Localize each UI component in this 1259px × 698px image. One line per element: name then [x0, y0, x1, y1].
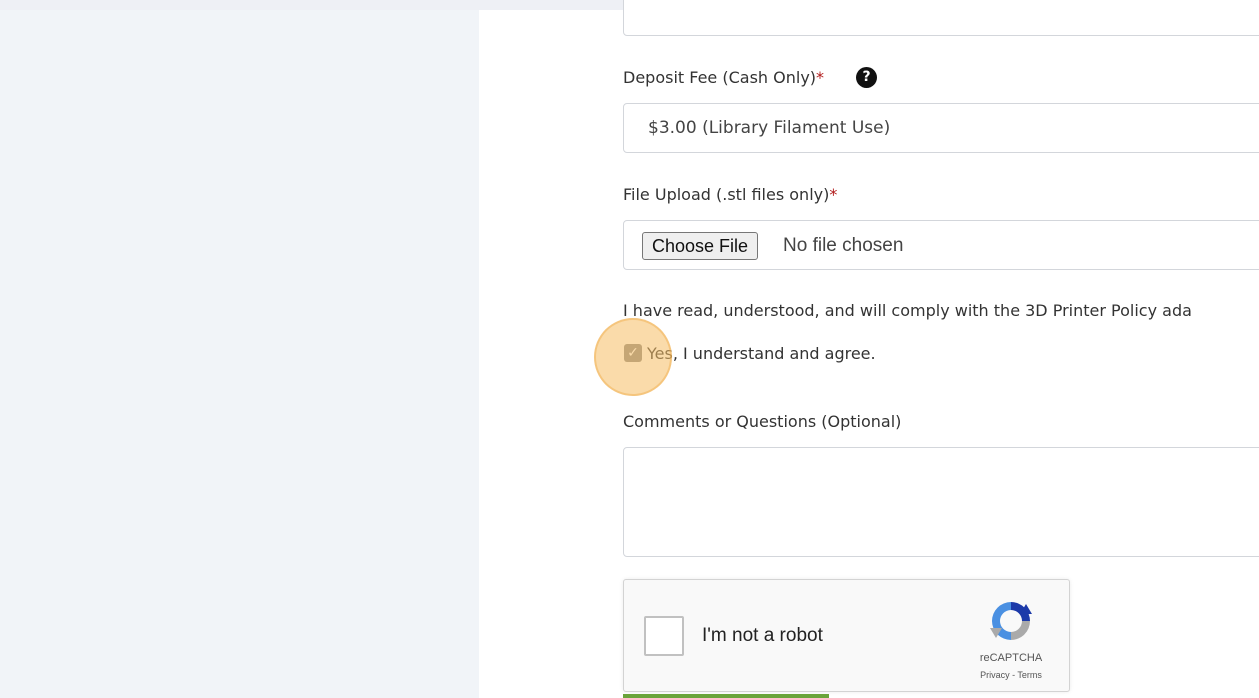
form-panel: Deposit Fee (Cash Only)* ? $3.00 (Librar…	[479, 0, 1259, 698]
screenshot-canvas: Deposit Fee (Cash Only)* ? $3.00 (Librar…	[0, 0, 1259, 698]
required-asterisk: *	[816, 68, 825, 87]
comments-textarea[interactable]	[623, 447, 1259, 557]
left-gutter	[0, 10, 479, 698]
deposit-fee-label: Deposit Fee (Cash Only)*	[623, 68, 824, 87]
agree-checkbox-label[interactable]: Yes, I understand and agree.	[647, 344, 876, 363]
recaptcha-logo-icon	[990, 602, 1032, 640]
recaptcha-brand: reCAPTCHA	[979, 652, 1043, 664]
help-icon[interactable]: ?	[856, 67, 877, 88]
deposit-fee-select[interactable]: $3.00 (Library Filament Use)	[623, 103, 1259, 153]
file-status-text: No file chosen	[783, 235, 904, 256]
choose-file-button[interactable]: Choose File	[642, 232, 759, 260]
submit-button[interactable]	[623, 694, 829, 698]
recaptcha-checkbox[interactable]	[644, 616, 684, 656]
file-upload-label-text: File Upload (.stl files only)	[623, 185, 830, 204]
deposit-fee-label-text: Deposit Fee (Cash Only)	[623, 68, 817, 87]
click-highlight-indicator	[594, 318, 672, 396]
recaptcha-widget: I'm not a robot reCAPTCHA Privacy - Term…	[623, 579, 1070, 692]
comments-label: Comments or Questions (Optional)	[623, 412, 902, 431]
previous-field-input[interactable]	[623, 0, 1259, 36]
file-upload-field: Choose File No file chosen	[623, 220, 1259, 270]
policy-statement: I have read, understood, and will comply…	[623, 301, 1192, 320]
file-upload-label: File Upload (.stl files only)*	[623, 185, 837, 204]
deposit-fee-selected-value: $3.00 (Library Filament Use)	[648, 118, 891, 138]
required-asterisk: *	[829, 185, 838, 204]
recaptcha-label: I'm not a robot	[702, 625, 823, 646]
recaptcha-links[interactable]: Privacy - Terms	[961, 670, 1061, 680]
